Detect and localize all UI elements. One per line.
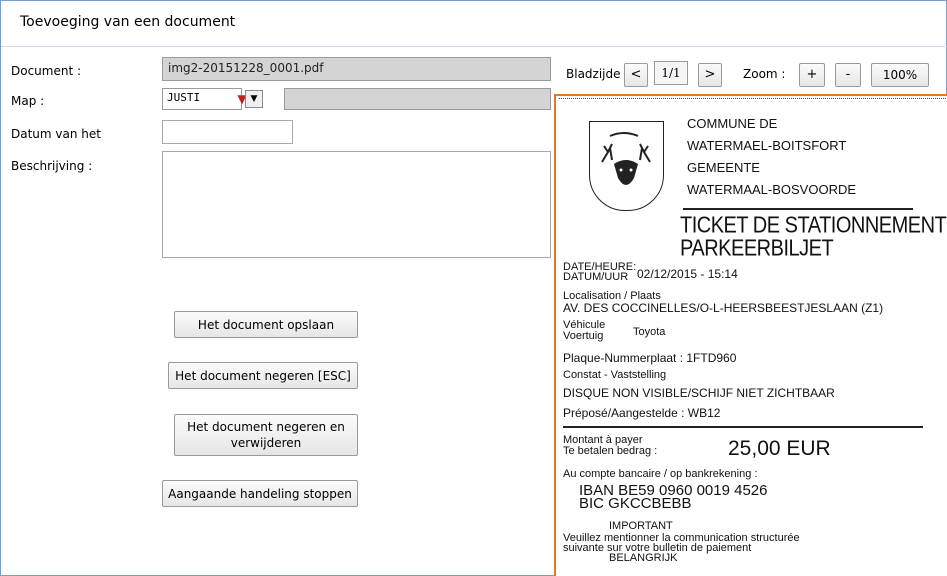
zoom-in-button[interactable]: +	[799, 63, 825, 87]
scan-top-edge	[559, 98, 947, 99]
description-label: Beschrijving :	[11, 159, 93, 173]
map-select[interactable]: JUSTI	[162, 88, 242, 110]
header-rule	[683, 208, 913, 210]
save-document-button[interactable]: Het document opslaan	[174, 311, 358, 338]
prepose-line: Préposé/Aangestelde : WB12	[563, 406, 721, 420]
ignore-delete-document-button[interactable]: Het document negeren en verwijderen	[174, 414, 358, 456]
document-viewer[interactable]: COMMUNE DE WATERMAEL-BOITSFORT GEMEENTE …	[554, 94, 947, 576]
map-description-field	[284, 88, 551, 110]
account-line: Au compte bancaire / op bankrekening :	[563, 468, 758, 480]
commune-line-1: COMMUNE DE	[687, 116, 778, 131]
date-label: Datum van het	[11, 127, 101, 141]
next-page-button[interactable]: >	[698, 63, 722, 87]
vehicle-label-nl: Voertuig	[563, 330, 604, 342]
amount-value: 25,00 EUR	[728, 437, 831, 460]
map-select-value: JUSTI	[167, 91, 201, 104]
zoom-label: Zoom :	[743, 67, 786, 81]
constat-line: Constat - Vaststelling	[563, 369, 667, 381]
vehicle-value: Toyota	[633, 326, 666, 338]
page-indicator: 1/1	[654, 61, 688, 85]
coat-of-arms-logo	[589, 121, 664, 211]
commune-line-3: GEMEENTE	[687, 160, 760, 175]
add-document-window: Toevoeging van een document Document : i…	[0, 0, 947, 576]
map-dropdown-button[interactable]: ▼	[245, 90, 263, 108]
zoom-out-button[interactable]: -	[835, 63, 861, 87]
document-field: img2-20151228_0001.pdf	[162, 57, 551, 81]
title-separator	[1, 46, 947, 47]
important-label: IMPORTANT	[609, 520, 673, 532]
plate-line: Plaque-Nummerplaat : 1FTD960	[563, 351, 737, 365]
disque-line: DISQUE NON VISIBLE/SCHIJF NIET ZICHTBAAR	[563, 386, 835, 400]
document-label: Document :	[11, 64, 82, 78]
ignore-document-button[interactable]: Het document negeren [ESC]	[168, 362, 358, 389]
commune-line-2: WATERMAEL-BOITSFORT	[687, 138, 847, 153]
prev-page-button[interactable]: <	[624, 63, 648, 87]
map-label: Map :	[11, 94, 45, 108]
date-label-nl: DATUM/UUR	[563, 271, 629, 283]
amount-label-nl: Te betalen bedrag :	[563, 445, 658, 457]
amount-rule	[563, 426, 923, 428]
location-value: AV. DES COCCINELLES/O-L-HEERSBEESTJESLAA…	[563, 301, 884, 315]
belangrijk-label: BELANGRIJK	[609, 552, 678, 564]
document-page: COMMUNE DE WATERMAEL-BOITSFORT GEMEENTE …	[559, 96, 947, 576]
stag-head-icon	[601, 132, 651, 185]
date-input[interactable]	[162, 120, 293, 144]
bic-line: BIC GKCCBEBB	[579, 495, 692, 512]
ticket-heading-nl: PARKEERBILJET	[680, 236, 834, 262]
page-label: Bladzijde	[566, 67, 621, 81]
window-title: Toevoeging van een document	[20, 14, 236, 30]
stop-action-button[interactable]: Aangaande handeling stoppen	[162, 480, 358, 507]
description-textarea[interactable]	[162, 151, 551, 258]
zoom-level-button[interactable]: 100%	[871, 63, 929, 87]
date-time-value: 02/12/2015 - 15:14	[637, 267, 738, 281]
commune-line-4: WATERMAAL-BOSVOORDE	[687, 182, 857, 197]
